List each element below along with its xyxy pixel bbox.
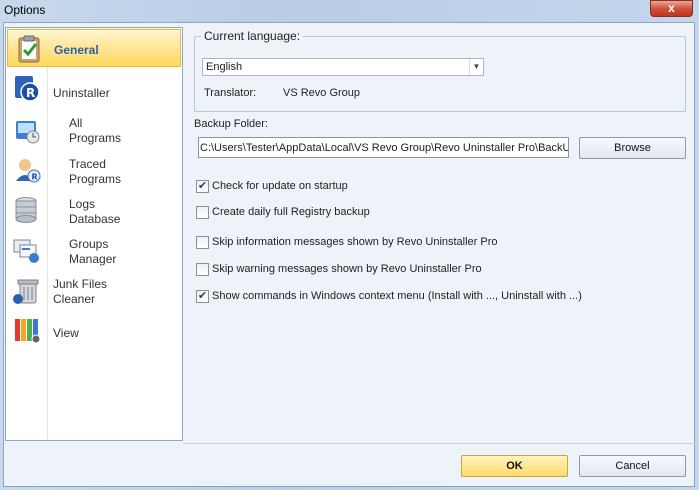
logs-database-icon [12, 195, 42, 225]
chevron-down-icon[interactable]: ▼ [469, 59, 483, 75]
language-select-value: English [206, 61, 243, 73]
cancel-button[interactable]: Cancel [579, 455, 686, 477]
sidebar-item-label: View [53, 326, 79, 340]
language-select[interactable]: English ▼ [202, 58, 484, 76]
checkbox-label: Create daily full Registry backup [212, 206, 370, 218]
traced-programs-icon: R [12, 155, 42, 185]
sidebar-item-label: All Programs [69, 116, 122, 145]
checkbox-label: Show commands in Windows context menu (I… [212, 290, 582, 302]
sidebar-item-view[interactable]: View [6, 312, 182, 348]
backup-folder-label: Backup Folder: [194, 118, 268, 130]
view-icon [12, 315, 42, 345]
options-dialog: General R Uninstaller All Programs R Tra… [3, 22, 696, 487]
skip-warning-messages-option[interactable]: Skip warning messages shown by Revo Unin… [196, 262, 596, 278]
sidebar-item-traced-programs[interactable]: R Traced Programs [6, 150, 182, 188]
sidebar-item-groups-manager[interactable]: Groups Manager [6, 230, 182, 268]
checkbox[interactable] [196, 236, 209, 249]
groups-manager-icon [12, 236, 42, 266]
sidebar-item-uninstaller[interactable]: R Uninstaller [6, 70, 182, 106]
sidebar-item-general[interactable]: General [7, 29, 181, 67]
context-menu-commands-option[interactable]: ✔ Show commands in Windows context menu … [196, 289, 676, 305]
close-button[interactable]: x [650, 0, 693, 17]
checkbox-label: Check for update on startup [212, 180, 348, 192]
sidebar-item-label: General [54, 43, 99, 57]
daily-registry-backup-option[interactable]: Create daily full Registry backup [196, 205, 496, 221]
checkbox[interactable]: ✔ [196, 180, 209, 193]
sidebar: General R Uninstaller All Programs R Tra… [5, 27, 183, 441]
sidebar-item-all-programs[interactable]: All Programs [6, 110, 182, 148]
svg-text:R: R [26, 86, 35, 100]
revo-uninstaller-icon: R [12, 73, 42, 103]
sidebar-item-label: Traced Programs [69, 157, 122, 186]
language-group: Current language: English ▼ Translator: … [194, 29, 686, 112]
translator-label: Translator: [204, 87, 257, 99]
sidebar-item-label: Junk Files Cleaner [53, 277, 108, 306]
checkbox[interactable] [196, 263, 209, 276]
all-programs-icon [12, 115, 42, 145]
sidebar-item-label: Uninstaller [53, 86, 110, 100]
checkbox-label: Skip information messages shown by Revo … [212, 236, 498, 248]
checkbox[interactable]: ✔ [196, 290, 209, 303]
svg-text:R: R [32, 173, 38, 182]
translator-value: VS Revo Group [283, 87, 361, 99]
window-title: Options [4, 3, 46, 17]
checkbox-label: Skip warning messages shown by Revo Unin… [212, 263, 482, 275]
language-group-label: Current language: [201, 29, 304, 43]
sidebar-item-junk-files-cleaner[interactable]: Junk Files Cleaner [6, 270, 182, 308]
ok-button[interactable]: OK [461, 455, 568, 477]
backup-folder-field[interactable]: C:\Users\Tester\AppData\Local\VS Revo Gr… [198, 137, 569, 158]
skip-info-messages-option[interactable]: Skip information messages shown by Revo … [196, 235, 596, 251]
clipboard-check-icon [14, 34, 44, 64]
footer-divider [183, 443, 696, 444]
sidebar-item-logs-database[interactable]: Logs Database [6, 190, 182, 228]
title-bar: Options x [0, 0, 699, 22]
browse-button[interactable]: Browse [579, 137, 686, 159]
backup-folder-path: C:\Users\Tester\AppData\Local\VS Revo Gr… [200, 142, 569, 154]
checkbox[interactable] [196, 206, 209, 219]
sidebar-item-label: Logs Database [69, 197, 121, 226]
junk-files-cleaner-icon [12, 275, 42, 305]
check-for-update-option[interactable]: ✔ Check for update on startup [196, 179, 496, 195]
close-icon: x [668, 1, 675, 15]
sidebar-item-label: Groups Manager [69, 237, 117, 266]
